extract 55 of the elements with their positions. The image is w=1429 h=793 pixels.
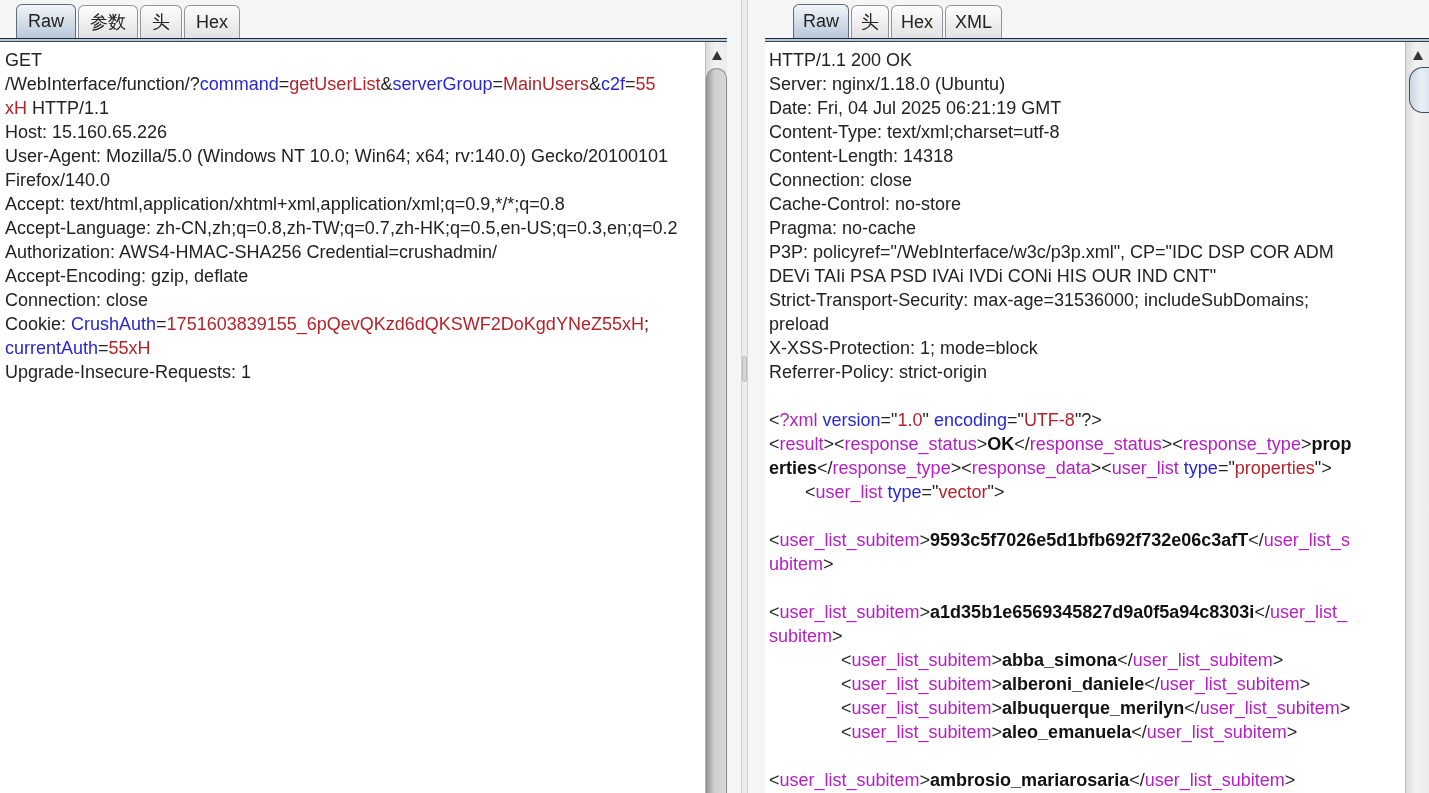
tab[interactable]: 头 bbox=[851, 5, 889, 38]
response-line: subitem> bbox=[769, 625, 843, 648]
response-line: <result><response_status>OK</response_status><response_type>prop bbox=[769, 433, 1352, 456]
tab[interactable]: Raw bbox=[16, 4, 76, 38]
request-line: Connection: close bbox=[5, 289, 149, 312]
scroll-up-arrow-icon[interactable] bbox=[711, 51, 722, 60]
response-line: <user_list_subitem>albuquerque_merilyn</user_list_subitem> bbox=[841, 697, 1351, 720]
response-line: <user_list_subitem>9593c5f7026e5d1bfb692f732e06c3afT</user_list_s bbox=[769, 529, 1350, 552]
tab[interactable]: Hex bbox=[891, 5, 944, 38]
grip-icon[interactable] bbox=[742, 356, 747, 382]
request-editor[interactable] bbox=[0, 42, 705, 793]
response-line: <user_list_subitem>alberoni_daniele</user_list_subitem> bbox=[841, 673, 1311, 696]
tab[interactable]: Raw bbox=[793, 4, 849, 38]
response-line: DEVi TAIi PSA PSD IVAi IVDi CONi HIS OUR IND CNT" bbox=[769, 265, 1217, 288]
response-line: Connection: close bbox=[769, 169, 913, 192]
response-line: Content-Length: 14318 bbox=[769, 145, 954, 168]
request-line: GET bbox=[5, 49, 42, 72]
response-line: <user_list_subitem>abba_simona</user_list_subitem> bbox=[841, 649, 1284, 672]
response-line: erties</response_type><response_data><user_list type="properties"> bbox=[769, 457, 1332, 480]
tab[interactable]: 参数 bbox=[78, 5, 138, 38]
response-line: <user_list_subitem>a1d35b1e6569345827d9a0f5a94c8303i</user_list_ bbox=[769, 601, 1347, 624]
request-line: currentAuth=55xH bbox=[5, 337, 151, 360]
response-line: ubitem> bbox=[769, 553, 834, 576]
scroll-up-arrow-icon[interactable] bbox=[1412, 51, 1423, 60]
request-line: Accept: text/html,application/xhtml+xml,application/xml;q=0.9,*/*;q=0.8 bbox=[5, 193, 565, 216]
request-line: Firefox/140.0 bbox=[5, 169, 111, 192]
scrollbar-thumb[interactable] bbox=[1409, 67, 1429, 113]
response-line: preload bbox=[769, 313, 830, 336]
request-line: Host: 15.160.65.226 bbox=[5, 121, 168, 144]
tab[interactable]: Hex bbox=[184, 5, 241, 38]
response-line: <?xml version="1.0" encoding="UTF-8"?> bbox=[769, 409, 1102, 432]
request-line: Accept-Language: zh-CN,zh;q=0.8,zh-TW;q=0.7,zh-HK;q=0.5,en-US;q=0.3,en;q=0.2 bbox=[5, 217, 678, 240]
response-line: Pragma: no-cache bbox=[769, 217, 917, 240]
response-line: Content-Type: text/xml;charset=utf-8 bbox=[769, 121, 1060, 144]
response-line: <user_list_subitem>aleo_emanuela</user_list_subitem> bbox=[841, 721, 1298, 744]
response-line: Strict-Transport-Security: max-age=31536000; includeSubDomains; bbox=[769, 289, 1310, 312]
response-line: Date: Fri, 04 Jul 2025 06:21:19 GMT bbox=[769, 97, 1062, 120]
request-line: Cookie: CrushAuth=1751603839155_6pQevQKzd6dQKSWF2DoKgdYNeZ55xH; bbox=[5, 313, 649, 336]
request-line: Authorization: AWS4-HMAC-SHA256 Credential=crushadmin/ bbox=[5, 241, 498, 264]
response-line: HTTP/1.1 200 OK bbox=[769, 49, 913, 72]
response-line: Cache-Control: no-store bbox=[769, 193, 962, 216]
response-line: Server: nginx/1.18.0 (Ubuntu) bbox=[769, 73, 1006, 96]
request-line: /WebInterface/function/?command=getUserList&serverGroup=MainUsers&c2f=55 bbox=[5, 73, 656, 96]
request-line: Upgrade-Insecure-Requests: 1 bbox=[5, 361, 252, 384]
response-line: P3P: policyref="/WebInterface/w3c/p3p.xml", CP="IDC DSP COR ADM bbox=[769, 241, 1334, 264]
tab[interactable]: XML bbox=[945, 5, 1003, 38]
request-line: Accept-Encoding: gzip, deflate bbox=[5, 265, 249, 288]
response-line: <user_list type="vector"> bbox=[805, 481, 1005, 504]
request-line: xH HTTP/1.1 bbox=[5, 97, 110, 120]
request-line: User-Agent: Mozilla/5.0 (Windows NT 10.0; Win64; x64; rv:140.0) Gecko/20100101 bbox=[5, 145, 668, 168]
response-line: X-XSS-Protection: 1; mode=block bbox=[769, 337, 1038, 360]
response-line: <user_list_subitem>ambrosio_mariarosaria</user_list_subitem> bbox=[769, 769, 1296, 792]
response-line: Referrer-Policy: strict-origin bbox=[769, 361, 988, 384]
scrollbar-track[interactable] bbox=[1405, 42, 1429, 793]
tab[interactable]: 头 bbox=[140, 5, 182, 38]
